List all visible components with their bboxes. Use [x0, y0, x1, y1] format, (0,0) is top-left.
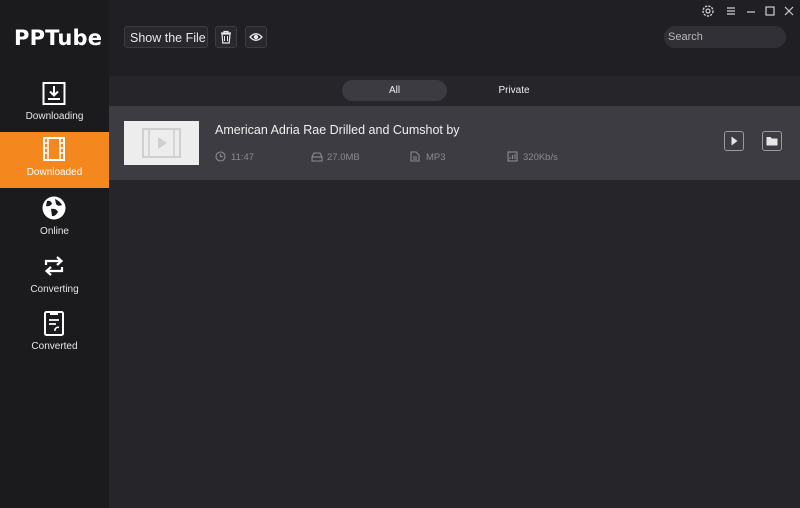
show-file-button[interactable]: Show the File: [124, 26, 208, 48]
bitrate-icon: [507, 151, 518, 162]
search-input[interactable]: [664, 26, 786, 48]
folder-icon: [766, 137, 778, 146]
sidebar-item-label: Converted: [31, 341, 78, 352]
list-item[interactable]: American Adria Rae Drilled and Cumshot b…: [109, 106, 800, 180]
play-icon: [731, 136, 738, 146]
preview-button[interactable]: [245, 26, 267, 48]
video-thumbnail: [124, 121, 199, 165]
item-size: 27.0MB: [327, 152, 360, 163]
eye-icon: [249, 33, 263, 41]
tab-all[interactable]: All: [342, 80, 447, 101]
film-icon: [43, 137, 65, 161]
sidebar-item-converting[interactable]: Converting: [0, 249, 109, 305]
video-placeholder-icon: [142, 128, 181, 158]
app-logo: PPTube: [14, 26, 103, 50]
convert-icon: [44, 256, 64, 276]
globe-icon: [42, 196, 66, 220]
filter-tabs: All Private: [342, 80, 556, 101]
main-area: [109, 0, 800, 508]
open-folder-button[interactable]: [762, 131, 782, 151]
drive-icon: [311, 152, 323, 162]
sidebar-item-downloaded[interactable]: Downloaded: [0, 132, 109, 188]
minimize-icon[interactable]: [744, 4, 758, 18]
settings-icon[interactable]: [701, 4, 715, 18]
converted-file-icon: [44, 311, 64, 336]
item-format: MP3: [426, 152, 446, 163]
trash-icon: [221, 30, 231, 44]
maximize-icon[interactable]: [763, 4, 777, 18]
tab-private[interactable]: Private: [462, 80, 566, 101]
play-button[interactable]: [724, 131, 744, 151]
download-icon: [42, 82, 66, 105]
menu-icon[interactable]: [724, 4, 738, 18]
sidebar: PPTube Downloading Downloaded Online Con…: [0, 0, 109, 508]
sidebar-item-label: Downloaded: [26, 167, 83, 178]
sidebar-item-downloading[interactable]: Downloading: [0, 76, 109, 132]
sidebar-item-label: Downloading: [25, 111, 84, 122]
clock-icon: [215, 151, 226, 162]
item-title: American Adria Rae Drilled and Cumshot b…: [215, 123, 460, 137]
delete-button[interactable]: [215, 26, 237, 48]
sidebar-item-label: Online: [40, 226, 69, 237]
sidebar-item-converted[interactable]: Converted: [0, 306, 109, 362]
sidebar-item-label: Converting: [30, 284, 79, 295]
sidebar-item-online[interactable]: Online: [0, 191, 109, 247]
file-icon: [410, 151, 420, 162]
item-bitrate: 320Kb/s: [523, 152, 558, 163]
close-icon[interactable]: [782, 4, 796, 18]
item-duration: 11:47: [231, 152, 255, 163]
